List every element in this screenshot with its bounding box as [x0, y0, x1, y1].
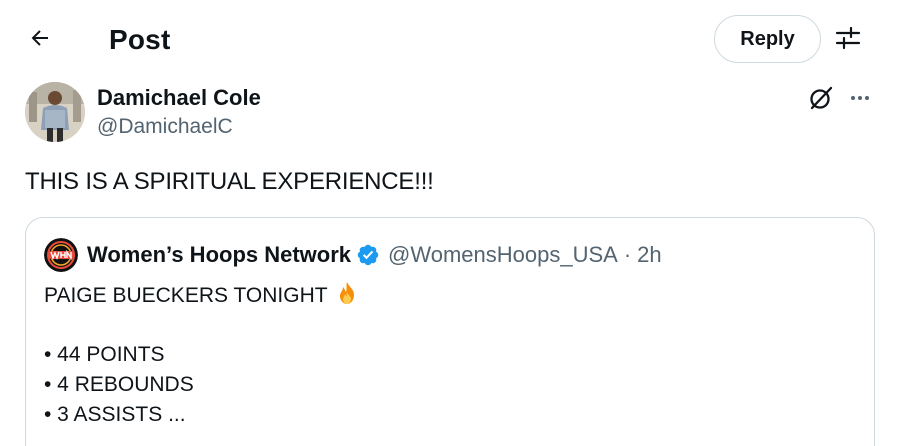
fire-icon: [334, 280, 360, 315]
post-text: THIS IS A SPIRITUAL EXPERIENCE!!!: [25, 168, 434, 195]
post-page: Post Reply Damichael Cole @DamichaelC TH…: [0, 0, 899, 446]
quoted-line: • 4 REBOUNDS: [44, 373, 194, 396]
quoted-author-name[interactable]: Women’s Hoops Network: [87, 242, 351, 268]
quoted-text: PAIGE BUECKERS TONIGHT • 44 POINTS • 4 R…: [44, 280, 360, 430]
quoted-author-handle[interactable]: @WomensHoops_USA: [388, 242, 618, 268]
grok-icon[interactable]: [806, 83, 836, 113]
reply-button[interactable]: Reply: [714, 15, 821, 63]
more-icon[interactable]: [845, 83, 875, 113]
quoted-post[interactable]: Women’s Hoops Network @WomensHoops_USA ·…: [25, 217, 875, 446]
arrow-left-icon: [28, 26, 52, 55]
quoted-avatar[interactable]: [44, 238, 78, 272]
quoted-line: [44, 310, 360, 340]
author-handle[interactable]: @DamichaelC: [97, 114, 233, 140]
author-name[interactable]: Damichael Cole: [97, 84, 261, 112]
back-button[interactable]: [20, 20, 60, 60]
post-header: Post Reply: [0, 0, 899, 80]
quoted-line: PAIGE BUECKERS TONIGHT: [44, 280, 360, 310]
quoted-line: • 3 ASSISTS ...: [44, 403, 186, 426]
settings-button[interactable]: [828, 20, 868, 60]
verified-badge-icon: [356, 243, 380, 267]
quoted-line: • 44 POINTS: [44, 343, 165, 366]
page-title: Post: [109, 24, 171, 55]
separator-dot: ·: [623, 242, 632, 267]
sliders-icon: [835, 25, 861, 56]
quoted-header: Women’s Hoops Network @WomensHoops_USA ·…: [87, 240, 662, 270]
quoted-timestamp[interactable]: 2h: [637, 242, 661, 268]
avatar[interactable]: [25, 82, 85, 142]
